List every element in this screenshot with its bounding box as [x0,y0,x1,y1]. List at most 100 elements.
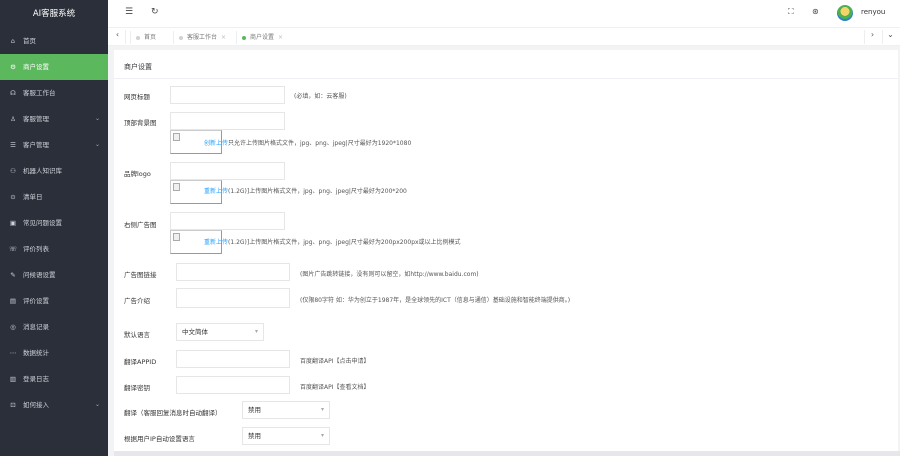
sidebar-item-label: 首页 [23,37,36,45]
sidebar-item[interactable]: ♙ 客服管理 ⌄ [0,106,108,132]
translate-appid-input[interactable] [176,350,290,368]
page-title-hint: (必填，如：云客服) [294,93,347,100]
sidebar-item[interactable]: ☰ 客户管理 ⌄ [0,132,108,158]
sidebar-item[interactable]: ◎ 消息记录 [0,314,108,340]
brand-logo-upload-hint: (1.2G)]上传图片格式文件，jpg、png、jpeg|尺寸最好为200*20… [228,188,407,195]
translate-appid-hint[interactable]: 百度翻译API【点击申请】 [300,356,370,365]
app-logo: AI客服系统 [32,9,76,19]
sidebar-item-label: 客服管理 [23,115,49,123]
message-icon: ◎ [10,323,16,331]
top-bg-upload: 创新上传只允许上传图片格式文件，jpg、png、jpeg|尺寸最好为1920*1… [204,138,411,147]
translate-secret-hint[interactable]: 百度翻译API【查看文档】 [300,382,370,391]
sidebar-item-label: 机器人知识库 [23,167,62,175]
sidebar-item-label: 清单日 [23,193,43,201]
auto-translate-select[interactable]: 禁用 ▾ [242,401,330,419]
sidebar-item[interactable]: ▣ 常见问题设置 [0,210,108,236]
tabs-more-icon[interactable]: ⌄ [882,30,898,44]
fullscreen-icon[interactable]: ⛶ [788,7,794,17]
top-bg-upload-link[interactable]: 创新上传 [204,140,228,147]
settings-panel: 商户设置 网页标题 (必填，如：云客服) 顶部背景图 创新上传只允许上传图片格式… [114,50,898,456]
ad-intro-input[interactable] [176,288,290,308]
tab-status-dot [136,35,140,40]
horizontal-scrollbar[interactable] [114,451,900,456]
page-title: 商户设置 [124,63,152,71]
tabs-next-icon[interactable]: › [864,30,880,44]
sidebar-item[interactable]: ☏ 评价列表 [0,236,108,262]
right-ad-upload-hint: (1.2G)]上传图片格式文件，jpg、png、jpeg|尺寸最好为200px2… [228,239,461,246]
close-icon[interactable]: × [278,34,283,41]
sidebar-item-label: 消息记录 [23,323,49,331]
sidebar-item-label: 评价设置 [23,297,49,305]
username[interactable]: renyou [861,8,885,16]
chevron-down-icon: ⌄ [94,401,100,408]
sidebar-item[interactable]: ⋯ 数据统计 [0,340,108,366]
default-lang-label: 默认语言 [124,331,150,339]
comment-icon: ☏ [9,245,18,253]
ad-link-input[interactable] [176,263,290,281]
translate-secret-input[interactable] [176,376,290,394]
sidebar-item[interactable]: ⊙ 清单日 [0,184,108,210]
tab-status-dot [179,35,183,40]
default-lang-value: 中文简体 [182,328,208,336]
sidebar-item[interactable]: ☊ 客服工作台 [0,80,108,106]
home-icon: ⌂ [10,37,16,45]
chevron-down-icon: ⌄ [94,115,100,122]
sidebar: AI客服系统 ⌂ 首页 ⚙ 商户设置 ☊ 客服工作台 ♙ 客服管理 ⌄ ☰ 客户管理 ⌄ ⚇ 机器人知识库… [0,0,108,456]
chevron-down-icon: ▾ [254,328,258,335]
right-ad-input[interactable] [170,212,285,230]
tab-label: 商户设置 [250,34,275,41]
top-bg-label: 顶部背景图 [124,119,157,127]
sidebar-item[interactable]: ⚇ 机器人知识库 [0,158,108,184]
sidebar-item[interactable]: ⚙ 商户设置 [0,54,108,80]
tabs-bar: ‹ 首页 客服工作台 × 商户设置 × › ⌄ [108,28,900,46]
brand-logo-upload-link[interactable]: 重新上传 [204,188,228,195]
tab-label: 首页 [144,34,157,41]
sidebar-item-label: 登录日志 [23,375,49,383]
ad-link-label: 广告图链接 [124,271,157,279]
sidebar-item[interactable]: ⌂ 首页 [0,28,108,54]
tab-label: 客服工作台 [187,34,218,41]
ad-intro-label: 广告介绍 [124,297,150,305]
theme-icon[interactable]: ⊛ [812,7,819,16]
sidebar-item-label: 客服工作台 [23,89,56,97]
sidebar-item[interactable]: ✎ 问候语设置 [0,262,108,288]
sidebar-item[interactable]: ▥ 登录日志 [0,366,108,392]
ad-link-hint: (图片广告跳转链接，没有则可以留空，如http://www.baidu.com) [300,271,479,278]
top-bg-input[interactable] [170,112,285,130]
broken-image-icon [173,233,180,241]
brand-logo-label: 品牌logo [124,170,151,178]
edit-icon: ✎ [10,271,16,279]
chevron-down-icon: ▾ [320,406,324,413]
tab-status-dot [242,35,246,40]
page-title-input[interactable] [170,86,285,104]
tab[interactable]: 首页 [130,31,161,44]
auto-translate-value: 禁用 [248,406,261,414]
sidebar-item-label: 评价列表 [23,245,49,253]
grid-icon: ▤ [9,297,17,305]
tab[interactable]: 客服工作台 × [173,31,231,44]
ip-lang-label: 根据用户IP自动设置语言 [124,435,195,443]
divider [114,78,898,79]
tab[interactable]: 商户设置 × [236,31,288,44]
close-icon[interactable]: × [221,34,226,41]
tabs-prev-icon[interactable]: ‹ [110,30,126,44]
sidebar-item-label: 问候语设置 [23,271,56,279]
chart-icon: ⋯ [9,349,17,357]
sidebar-item-label: 常见问题设置 [23,219,62,227]
sidebar-item[interactable]: ▤ 评价设置 [0,288,108,314]
menu-toggle-icon[interactable]: ☰ [125,7,133,17]
right-ad-upload-link[interactable]: 重新上传 [204,239,228,246]
chevron-down-icon: ⌄ [94,141,100,148]
sidebar-item[interactable]: ⊡ 如何接入 ⌄ [0,392,108,418]
settings-icon: ⚙ [10,63,16,71]
ip-lang-select[interactable]: 禁用 ▾ [242,427,330,445]
default-lang-select[interactable]: 中文简体 ▾ [176,323,264,341]
brand-logo-input[interactable] [170,162,285,180]
avatar[interactable] [837,5,853,21]
top-header: ☰ ↻ ⛶ ⊛ renyou [108,0,900,28]
list-icon: ☰ [10,141,16,149]
ad-intro-hint: (仅限80字符 如：华为创立于1987年，是全球领先的ICT（信息与通信）基础设… [300,297,571,304]
refresh-icon[interactable]: ↻ [151,7,159,17]
user-icon: ♙ [10,115,16,123]
brand-logo-upload: 重新上传(1.2G)]上传图片格式文件，jpg、png、jpeg|尺寸最好为20… [204,186,407,195]
